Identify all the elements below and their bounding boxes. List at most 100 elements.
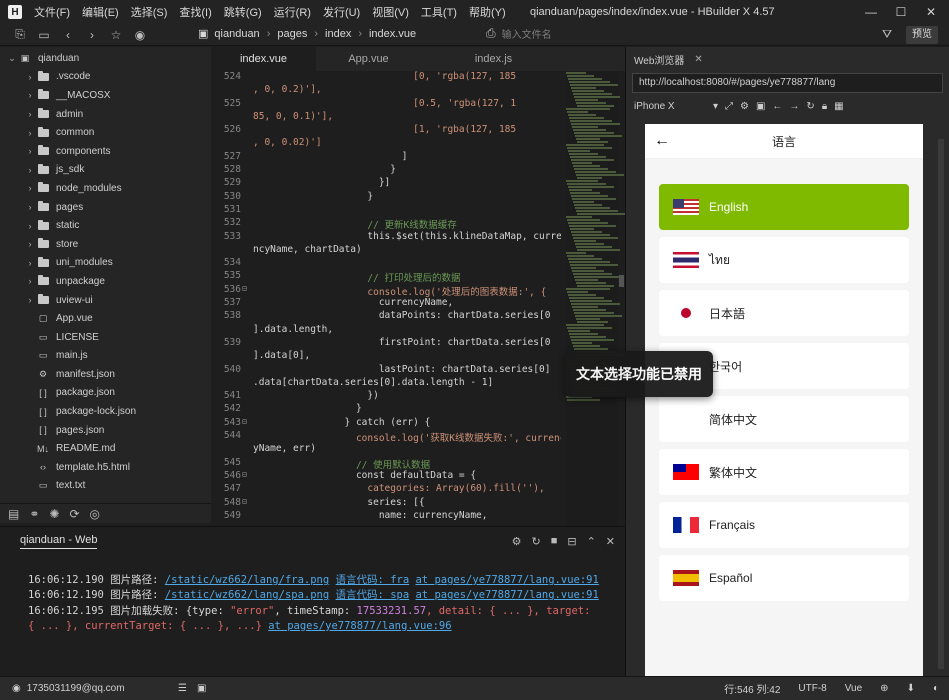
log-path-link[interactable]: /static/wz662/lang/spa.png <box>165 589 329 601</box>
tree-folder[interactable]: › __MACOSX <box>0 86 211 105</box>
code-area[interactable]: 524 [0, 'rgba(127, 185, 0, 0.2)'], 525 [0… <box>211 71 561 526</box>
debug-icon[interactable]: ⚙ <box>512 535 522 548</box>
breadcrumb-item[interactable]: pages <box>277 28 307 40</box>
console-output[interactable]: 16:06:12.190 图片路径: /static/wz662/lang/fr… <box>0 555 600 634</box>
user-account[interactable]: ◉ 1735031199@qq.com <box>12 683 125 694</box>
menu-item[interactable]: 编辑(E) <box>76 4 125 20</box>
qr-code-icon[interactable]: ▦ <box>834 101 843 112</box>
tree-folder[interactable]: › pages <box>0 198 211 217</box>
settings-icon[interactable]: ⚙ <box>740 101 749 112</box>
back-arrow-icon[interactable]: ← <box>654 132 670 150</box>
refresh-icon[interactable]: ↻ <box>806 101 814 112</box>
tree-folder[interactable]: › store <box>0 235 211 254</box>
search-icon[interactable]: ⊕ <box>880 683 888 694</box>
tree-folder[interactable]: › js_sdk <box>0 161 211 180</box>
clear-icon[interactable]: ⊟ <box>567 535 576 548</box>
tree-file[interactable]: ‹› template.h5.html <box>0 458 211 477</box>
log-path-link[interactable]: /static/wz662/lang/fra.png <box>165 574 329 586</box>
tree-file[interactable]: ▭ LICENSE <box>0 328 211 347</box>
tree-folder[interactable]: › common <box>0 123 211 142</box>
breadcrumb-item[interactable]: index <box>325 28 351 40</box>
back-icon[interactable]: ‹ <box>56 24 80 46</box>
menu-item[interactable]: 发行(U) <box>317 4 366 20</box>
menu-item[interactable]: 运行(R) <box>268 4 317 20</box>
rotate-icon[interactable]: ⤢ <box>725 101 733 112</box>
tree-folder[interactable]: › admin <box>0 105 211 124</box>
breadcrumb-item[interactable]: qianduan <box>214 28 259 40</box>
language-mode[interactable]: Vue <box>845 683 862 694</box>
run-icon[interactable]: ◉ <box>128 24 152 46</box>
lock-icon[interactable]: 🔒︎ <box>822 101 827 112</box>
web-scrollbar[interactable] <box>938 139 944 669</box>
tree-folder[interactable]: › node_modules <box>0 179 211 198</box>
git-icon[interactable]: ⟳ <box>69 507 79 521</box>
terminal-icon[interactable]: ▣ <box>197 683 206 694</box>
explorer-icon[interactable]: ▤ <box>8 507 19 521</box>
close-panel-icon[interactable]: ✕ <box>606 535 615 548</box>
language-item-jp[interactable]: 日本語 <box>659 290 909 336</box>
save-icon[interactable]: ▭ <box>32 24 56 46</box>
menu-item[interactable]: 跳转(G) <box>218 4 268 20</box>
language-item-tw[interactable]: 繁体中文 <box>659 449 909 495</box>
tree-folder[interactable]: › unpackage <box>0 272 211 291</box>
filter-icon[interactable]: ⛛ <box>882 27 892 42</box>
language-item-us[interactable]: English <box>659 184 909 230</box>
menu-item[interactable]: 选择(S) <box>125 4 174 20</box>
tree-folder[interactable]: › components <box>0 142 211 161</box>
forward-icon[interactable]: → <box>789 101 799 112</box>
minimap[interactable] <box>566 71 625 526</box>
tree-folder[interactable]: › static <box>0 216 211 235</box>
tree-file[interactable]: [ ] package-lock.json <box>0 402 211 421</box>
url-input[interactable]: http://localhost:8080/#/pages/ye778877/l… <box>632 73 943 93</box>
device-select[interactable]: iPhone X ▾ <box>634 101 718 112</box>
tab-app-vue[interactable]: App.vue <box>316 47 421 71</box>
menu-item[interactable]: 查找(I) <box>173 4 217 20</box>
cloud-icon[interactable]: ◎ <box>90 507 100 521</box>
tree-file[interactable]: ▢ App.vue <box>0 309 211 328</box>
menu-item[interactable]: 帮助(Y) <box>463 4 512 20</box>
notification-icon[interactable]: ◐ <box>933 683 939 694</box>
stop-icon[interactable]: ■ <box>551 535 558 548</box>
log-source-link[interactable]: at pages/ye778877/lang.vue:91 <box>415 574 598 586</box>
collapse-icon[interactable]: ⌃ <box>587 535 596 548</box>
tab-index-vue[interactable]: index.vue <box>211 47 316 71</box>
web-browser-tab[interactable]: Web浏览器 <box>634 52 684 67</box>
close-tab-icon[interactable]: ✕ <box>694 54 702 65</box>
encoding[interactable]: UTF-8 <box>798 683 826 694</box>
screenshot-icon[interactable]: ▣ <box>756 101 765 112</box>
tree-file[interactable]: ▭ text.txt <box>0 477 211 496</box>
tree-file[interactable]: [ ] package.json <box>0 384 211 403</box>
maximize-icon[interactable]: ☐ <box>892 3 910 21</box>
star-icon[interactable]: ☆ <box>104 24 128 46</box>
fold-icon[interactable]: ⊟ <box>242 470 247 479</box>
tab-index-js[interactable]: index.js <box>441 47 546 71</box>
tree-file[interactable]: M↓ README.md <box>0 439 211 458</box>
preview-button[interactable]: 预览 <box>906 26 938 44</box>
log-source-link[interactable]: at pages/ye778877/lang.vue:96 <box>268 620 451 632</box>
log-source-link[interactable]: at pages/ye778877/lang.vue:91 <box>415 589 598 601</box>
minimize-icon[interactable]: — <box>862 3 880 21</box>
cursor-position[interactable]: 行:546 列:42 <box>724 681 780 696</box>
console-title[interactable]: qianduan - Web <box>20 534 98 549</box>
menu-item[interactable]: 视图(V) <box>366 4 415 20</box>
breadcrumb-item[interactable]: index.vue <box>369 28 416 40</box>
new-file-icon[interactable]: ⎘ <box>8 24 32 46</box>
list-icon[interactable]: ☰ <box>178 683 187 694</box>
restart-icon[interactable]: ↻ <box>531 535 540 548</box>
language-item-fr[interactable]: Français <box>659 502 909 548</box>
language-item-th[interactable]: ไทย <box>659 237 909 283</box>
language-item-es[interactable]: Español <box>659 555 909 601</box>
fold-icon[interactable]: ⊟ <box>242 417 247 426</box>
tree-folder[interactable]: › .vscode <box>0 68 211 87</box>
back-icon[interactable]: ← <box>772 101 782 112</box>
plugin-icon[interactable]: ⚭ <box>29 507 39 521</box>
forward-icon[interactable]: › <box>80 24 104 46</box>
language-item-none[interactable]: 简体中文 <box>659 396 909 442</box>
editor-scrollbar[interactable] <box>619 275 624 287</box>
project-root[interactable]: ⌄ ▣ qianduan <box>0 49 211 68</box>
download-icon[interactable]: ⬇ <box>907 683 915 694</box>
debug-icon[interactable]: ✺ <box>49 507 59 521</box>
menu-item[interactable]: 工具(T) <box>415 4 463 20</box>
tree-file[interactable]: ▭ main.js <box>0 347 211 366</box>
file-search-input[interactable]: ⎙ 输入文件名 <box>486 26 552 41</box>
